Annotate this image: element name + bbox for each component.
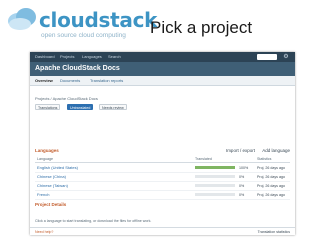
- tab-translation-reports[interactable]: Translation reports: [90, 78, 123, 83]
- project-title: Apache CloudStack Docs: [35, 65, 120, 72]
- filter-untranslated-button[interactable]: Untranslated: [67, 104, 94, 110]
- progress-bar: [195, 193, 235, 196]
- progress-percent: 0%: [239, 175, 245, 179]
- languages-actions: Import / export Add language: [220, 148, 290, 154]
- slide-title: Pick a project: [150, 18, 253, 37]
- statistics-link[interactable]: Translation statistics: [258, 229, 290, 235]
- progress-percent: 100%: [239, 166, 249, 170]
- help-text: Click a language to start translating, o…: [35, 219, 152, 223]
- row-statistics[interactable]: Proj. 26 days ago: [257, 165, 285, 171]
- progress-bar: [195, 175, 235, 178]
- progress-bar: [195, 184, 235, 187]
- table-row[interactable]: French 0% Proj. 26 days ago: [35, 191, 290, 200]
- languages-heading: Languages: [35, 148, 59, 153]
- row-statistics[interactable]: Proj. 26 days ago: [257, 192, 285, 198]
- column-language[interactable]: Language: [37, 156, 53, 162]
- language-name[interactable]: Chinese (Taiwan): [37, 183, 68, 189]
- nav-item-projects[interactable]: Projects: [60, 54, 74, 60]
- help-link[interactable]: Need help?: [35, 229, 53, 235]
- top-nav-bar: Dashboard Projects Languages Search ⚙: [30, 52, 295, 62]
- row-statistics[interactable]: Proj. 26 days ago: [257, 183, 285, 189]
- language-name[interactable]: Chinese (China): [37, 174, 66, 180]
- filter-translations-button[interactable]: Translations: [35, 104, 61, 110]
- progress-fill: [195, 166, 235, 169]
- language-name[interactable]: English (United States): [37, 165, 78, 171]
- table-row[interactable]: Chinese (China) 0% Proj. 26 days ago: [35, 173, 290, 182]
- table-header: Language Translated Statistics: [35, 156, 290, 163]
- progress-percent: 0%: [239, 184, 245, 188]
- tab-overview[interactable]: Overview: [35, 78, 53, 83]
- project-header: Apache CloudStack Docs: [30, 62, 295, 76]
- app-screenshot: Dashboard Projects Languages Search ⚙ Ap…: [30, 52, 295, 235]
- column-statistics[interactable]: Statistics: [257, 156, 271, 162]
- brand-tagline: open source cloud computing: [41, 32, 126, 39]
- nav-item-languages[interactable]: Languages: [82, 54, 102, 60]
- table-row[interactable]: Chinese (Taiwan) 0% Proj. 26 days ago: [35, 182, 290, 191]
- gear-icon[interactable]: ⚙: [283, 54, 289, 60]
- row-statistics[interactable]: Proj. 26 days ago: [257, 174, 285, 180]
- cloudstack-logo: cloudstack open source cloud computing: [6, 6, 157, 46]
- footer: Need help? Translation statistics: [30, 227, 295, 235]
- language-name[interactable]: French: [37, 192, 49, 198]
- cloud-icon: [8, 8, 36, 30]
- add-language-link[interactable]: Add language: [262, 148, 290, 153]
- import-export-link[interactable]: Import / export: [226, 148, 255, 153]
- project-tabs: Overview Documents Translation reports: [30, 76, 295, 86]
- progress-percent: 0%: [239, 193, 245, 197]
- project-details-heading: Project Details: [35, 202, 67, 207]
- nav-item-dashboard[interactable]: Dashboard: [35, 54, 55, 60]
- search-input[interactable]: [257, 54, 277, 60]
- table-row[interactable]: English (United States) 100% Proj. 26 days…: [35, 164, 290, 173]
- nav-item-search[interactable]: Search: [108, 54, 121, 60]
- column-translated[interactable]: Translated: [195, 156, 212, 162]
- progress-bar: [195, 166, 235, 169]
- brand-name: cloudstack: [39, 8, 158, 32]
- filter-needs-review-button[interactable]: Needs review: [99, 104, 127, 110]
- breadcrumb[interactable]: Projects / Apache CloudStack Docs: [35, 96, 98, 101]
- tab-documents[interactable]: Documents: [60, 78, 80, 83]
